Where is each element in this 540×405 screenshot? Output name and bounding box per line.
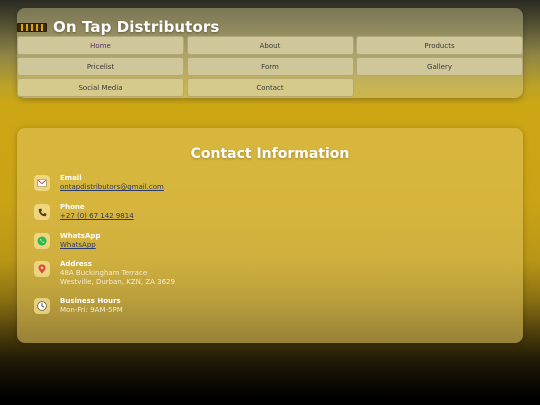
phone-link[interactable]: +27 (0) 67 142 9814 [60,212,134,221]
whatsapp-label: WhatsApp [60,232,101,240]
hours-value: Mon-Fri: 9AM-5PM [60,306,123,314]
nav-social-media[interactable]: Social Media [17,78,184,97]
nav-home[interactable]: Home [17,36,184,55]
logo-icon [17,22,47,32]
nav-products[interactable]: Products [356,36,523,55]
address-line-1: 48A Buckingham Terrace [60,269,148,277]
email-icon [34,175,50,191]
phone-label: Phone [60,203,85,211]
whatsapp-icon [34,233,50,249]
email-link[interactable]: ontapdistributors@gmail.com [60,183,164,192]
contact-address-row: Address 48A Buckingham Terrace Westville… [34,260,175,287]
nav-about[interactable]: About [186,36,354,55]
location-pin-icon [34,261,50,277]
nav-gallery[interactable]: Gallery [356,57,523,76]
address-label: Address [60,260,92,268]
contact-email-row: Email ontapdistributors@gmail.com [34,174,164,192]
contact-phone-row: Phone +27 (0) 67 142 9814 [34,203,134,221]
brand-name: On Tap Distributors [53,18,220,36]
clock-icon [34,298,50,314]
contact-whatsapp-row: WhatsApp WhatsApp [34,232,101,250]
main-nav: Home About Products Pricelist Form Galle… [17,36,523,97]
nav-form[interactable]: Form [186,57,354,76]
address-line-2: Westville, Durban, KZN, ZA 3629 [60,278,175,286]
contact-card: Contact Information Email ontapdistribut… [17,128,523,343]
contact-title: Contact Information [190,146,350,162]
whatsapp-link[interactable]: WhatsApp [60,241,100,250]
site-header: On Tap Distributors Home About Products … [17,8,523,98]
nav-contact[interactable]: Contact [186,78,354,97]
phone-icon [34,204,50,220]
contact-hours-row: Business Hours Mon-Fri: 9AM-5PM [34,297,123,315]
email-label: Email [60,174,82,182]
hours-label: Business Hours [60,297,121,305]
nav-pricelist[interactable]: Pricelist [17,57,184,76]
